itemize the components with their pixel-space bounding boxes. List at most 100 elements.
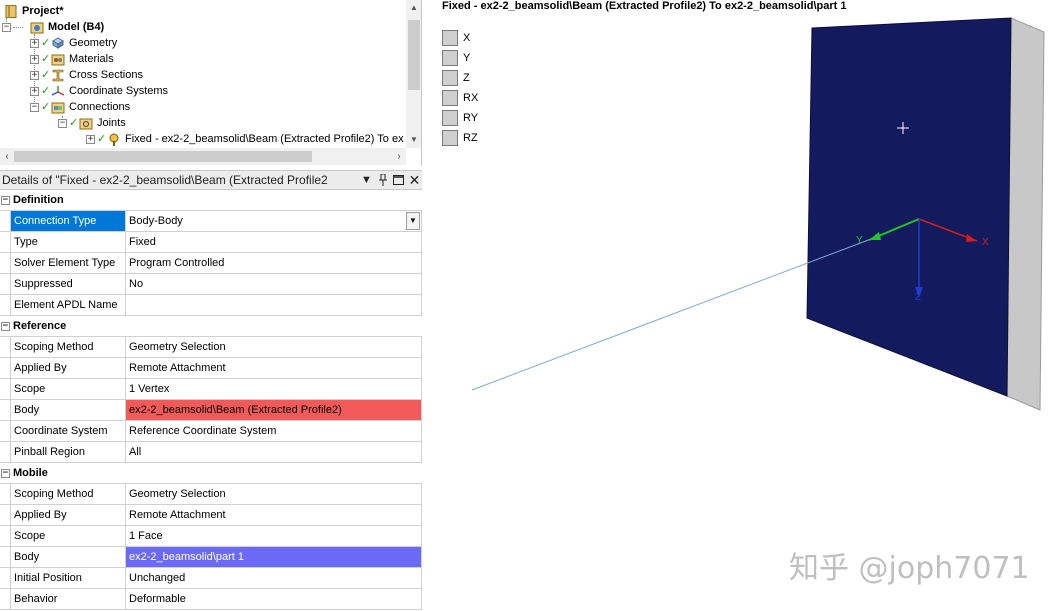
check-icon: ✓	[69, 117, 79, 129]
property-value[interactable]: Remote Attachment	[126, 505, 422, 525]
scroll-right-icon[interactable]: ›	[392, 148, 406, 165]
property-row[interactable]: Pinball Region All	[0, 442, 422, 463]
property-name: Scope	[10, 526, 126, 546]
property-name: Scoping Method	[10, 484, 126, 504]
connection-type-select[interactable]: Body-Body ▼	[126, 211, 422, 231]
property-name: Element APDL Name	[10, 295, 126, 315]
scroll-down-icon[interactable]: ▼	[406, 132, 421, 148]
dropdown-arrow-icon[interactable]: ▼	[406, 212, 420, 230]
property-value[interactable]: 1 Vertex	[126, 379, 422, 399]
expand-icon[interactable]: +	[30, 38, 39, 48]
collapse-icon[interactable]: −	[1, 195, 10, 205]
group-reference[interactable]: − Reference	[0, 316, 422, 337]
tree-vertical-scrollbar[interactable]: ▲ ▼	[406, 0, 421, 148]
property-value[interactable]: 1 Face	[126, 526, 422, 546]
property-row[interactable]: Suppressed No	[0, 274, 422, 295]
expand-icon[interactable]: +	[30, 54, 39, 64]
property-value: Body-Body	[129, 215, 183, 227]
property-row[interactable]: Scope 1 Vertex	[0, 379, 422, 400]
expand-icon[interactable]: +	[30, 86, 39, 96]
scroll-up-icon[interactable]: ▲	[406, 0, 421, 16]
scroll-left-icon[interactable]: ‹	[0, 148, 14, 165]
x-axis-label: X	[982, 237, 989, 248]
property-value[interactable]: Fixed	[126, 232, 422, 252]
tree-item-label: Joints	[97, 117, 126, 129]
details-header: Details of "Fixed - ex2-2_beamsolid\Beam…	[0, 170, 422, 190]
tree-item-geometry[interactable]: + ✓ Geometry	[30, 35, 117, 51]
scroll-thumb[interactable]	[408, 20, 420, 90]
tree-item-materials[interactable]: + ✓ Materials	[30, 51, 114, 67]
reference-body-value[interactable]: ex2-2_beamsolid\Beam (Extracted Profile2…	[126, 400, 422, 420]
row-indent	[0, 337, 10, 357]
property-row[interactable]: Initial Position Unchanged	[0, 568, 422, 589]
property-row[interactable]: Element APDL Name	[0, 295, 422, 316]
plate-face[interactable]	[806, 17, 1012, 397]
tree-item-label: Coordinate Systems	[69, 85, 169, 97]
property-value[interactable]: Deformable	[126, 589, 422, 609]
collapse-icon[interactable]: −	[2, 22, 11, 32]
close-icon[interactable]: ✕	[407, 172, 422, 188]
property-value[interactable]: Geometry Selection	[126, 484, 422, 504]
tree-item-coordinate-systems[interactable]: + ✓ Coordinate Systems	[30, 83, 168, 99]
check-icon: ✓	[41, 37, 51, 49]
pin-icon[interactable]	[375, 173, 390, 188]
property-row[interactable]: Body ex2-2_beamsolid\part 1	[0, 547, 422, 568]
tree-item-connections[interactable]: − ✓ Connections	[30, 99, 130, 115]
dropdown-arrow-icon[interactable]: ▼	[359, 173, 374, 188]
tree-item-model[interactable]: − Model (B4)	[2, 19, 104, 35]
property-row[interactable]: Body ex2-2_beamsolid\Beam (Extracted Pro…	[0, 400, 422, 421]
property-row[interactable]: Scope 1 Face	[0, 526, 422, 547]
property-value[interactable]: No	[126, 274, 422, 294]
connections-icon	[51, 101, 65, 114]
collapse-icon[interactable]: −	[1, 321, 10, 331]
row-indent	[0, 211, 10, 231]
property-row[interactable]: Connection Type Body-Body ▼	[0, 211, 422, 232]
check-icon: ✓	[41, 85, 51, 97]
maximize-icon[interactable]	[391, 173, 406, 188]
property-row[interactable]: Scoping Method Geometry Selection	[0, 337, 422, 358]
property-row[interactable]: Type Fixed	[0, 232, 422, 253]
row-indent	[0, 547, 10, 567]
group-mobile[interactable]: − Mobile	[0, 463, 422, 484]
model-canvas[interactable]: X Y Z	[424, 0, 1059, 611]
graphics-viewport[interactable]: Fixed - ex2-2_beamsolid\Beam (Extracted …	[424, 0, 1059, 611]
property-value[interactable]: Program Controlled	[126, 253, 422, 273]
collapse-icon[interactable]: −	[30, 102, 39, 112]
row-indent	[0, 232, 10, 252]
group-label: Mobile	[13, 467, 48, 479]
property-name: Behavior	[10, 589, 126, 609]
property-row[interactable]: Applied By Remote Attachment	[0, 505, 422, 526]
property-row[interactable]: Coordinate System Reference Coordinate S…	[0, 421, 422, 442]
expand-icon[interactable]: +	[30, 70, 39, 80]
property-value[interactable]: Geometry Selection	[126, 337, 422, 357]
property-row[interactable]: Behavior Deformable	[0, 589, 422, 610]
property-value[interactable]: Unchanged	[126, 568, 422, 588]
row-indent	[0, 505, 10, 525]
property-value[interactable]: Remote Attachment	[126, 358, 422, 378]
tree-horizontal-scrollbar[interactable]: ‹ ›	[0, 148, 406, 165]
collapse-icon[interactable]: −	[1, 468, 10, 478]
row-indent	[0, 484, 10, 504]
expand-icon[interactable]: +	[86, 134, 95, 144]
property-row[interactable]: Applied By Remote Attachment	[0, 358, 422, 379]
property-value[interactable]: Reference Coordinate System	[126, 421, 422, 441]
row-indent	[0, 400, 10, 420]
check-icon: ✓	[97, 133, 107, 145]
scroll-thumb[interactable]	[14, 151, 312, 162]
check-icon: ✓	[41, 53, 51, 65]
tree-item-cross-sections[interactable]: + ✓ Cross Sections	[30, 67, 143, 83]
mobile-body-value[interactable]: ex2-2_beamsolid\part 1	[126, 547, 422, 567]
property-row[interactable]: Solver Element Type Program Controlled	[0, 253, 422, 274]
project-tree[interactable]: Project* − Model (B4) + ✓ Geometry + ✓ M…	[0, 0, 422, 166]
property-value[interactable]: All	[126, 442, 422, 462]
property-name: Coordinate System	[10, 421, 126, 441]
element-apdl-name-field[interactable]	[126, 295, 422, 315]
tree-item-project[interactable]: Project*	[4, 3, 64, 19]
property-name: Type	[10, 232, 126, 252]
tree-item-fixed-joint[interactable]: + ✓ Fixed - ex2-2_beamsolid\Beam (Extrac…	[86, 131, 404, 147]
row-indent	[0, 421, 10, 441]
property-row[interactable]: Scoping Method Geometry Selection	[0, 484, 422, 505]
collapse-icon[interactable]: −	[58, 118, 67, 128]
tree-item-joints[interactable]: − ✓ Joints	[58, 115, 126, 131]
group-definition[interactable]: − Definition	[0, 190, 422, 211]
